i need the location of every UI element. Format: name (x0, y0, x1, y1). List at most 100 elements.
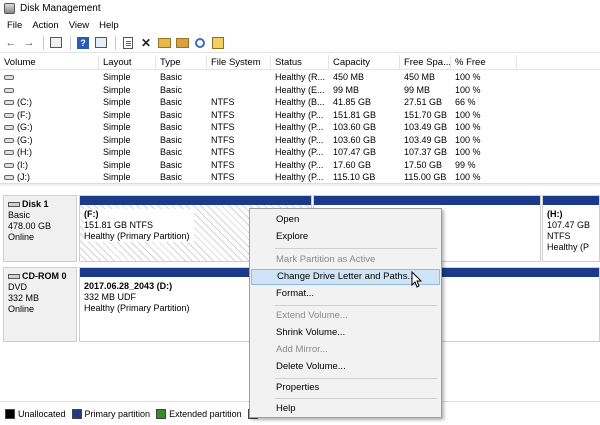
cell-free-space: 115.00 GB (404, 172, 447, 182)
cdrom-icon (8, 274, 20, 280)
cdrom-0-status: Online (8, 304, 35, 314)
ctx-separator (275, 378, 437, 379)
cell-type: Basic (160, 72, 183, 82)
toolbar-separator (43, 35, 44, 50)
col-percent-free[interactable]: % Free (451, 55, 517, 70)
disk-1-type: Basic (8, 210, 31, 220)
col-layout[interactable]: Layout (99, 55, 156, 70)
table-row[interactable]: (C:) Simple Basic NTFS Healthy (B... 41.85 GB… (0, 96, 600, 109)
forward-icon[interactable]: → (21, 35, 37, 51)
partition-h[interactable]: (H:) 107.47 GB NTFS Healthy (P (542, 195, 600, 262)
menu-file[interactable]: File (3, 20, 28, 31)
console-tree-icon[interactable] (48, 35, 64, 51)
cdrom-0-type: DVD (8, 282, 28, 292)
col-type[interactable]: Type (156, 55, 207, 70)
cell-percent-free: 66 % (455, 97, 476, 107)
ctx-properties[interactable]: Properties (251, 380, 440, 396)
col-file-system[interactable]: File System (207, 55, 271, 70)
partition-h-size: 107.47 GB NTFS (547, 220, 591, 241)
cell-free-space: 107.37 GB (404, 147, 448, 157)
col-volume[interactable]: Volume (0, 55, 99, 70)
volume-name: (G:) (17, 122, 33, 132)
cell-status: Healthy (P... (275, 147, 324, 157)
table-row[interactable]: Simple Basic Healthy (E... 99 MB 99 MB 100 % (0, 84, 600, 97)
cell-layout: Simple (103, 122, 131, 132)
ctx-delete-volume[interactable]: Delete Volume... (251, 359, 440, 375)
cell-volume (0, 71, 99, 84)
toolbar-separator (115, 35, 116, 50)
table-row[interactable]: (G:) Simple Basic NTFS Healthy (P... 103.60 G… (0, 121, 600, 134)
volume-name: (J:) (17, 172, 30, 182)
menu-view[interactable]: View (65, 20, 95, 31)
volume-icon (4, 137, 14, 143)
cell-volume: (F:) (0, 109, 99, 122)
ctx-separator (275, 248, 437, 249)
cell-file-system: NTFS (211, 147, 235, 157)
legend-label: Extended partition (169, 408, 242, 419)
ctx-open[interactable]: Open (251, 212, 440, 228)
title-bar: Disk Management (0, 0, 600, 17)
delete-icon[interactable]: ✕ (138, 35, 154, 51)
menu-action[interactable]: Action (28, 20, 64, 31)
cell-layout: Simple (103, 134, 131, 145)
table-row[interactable]: (I:) Simple Basic NTFS Healthy (P... 17.60 GB… (0, 159, 600, 172)
legend-unallocated: Unallocated (5, 408, 66, 419)
primary-partition-bar (314, 196, 540, 205)
table-row[interactable]: (F:) Simple Basic NTFS Healthy (P... 151.81 G… (0, 109, 600, 122)
cell-status: Healthy (P... (275, 122, 324, 132)
cell-file-system: NTFS (211, 109, 235, 120)
col-free-space[interactable]: Free Spa... (400, 55, 451, 70)
ctx-shrink-volume[interactable]: Shrink Volume... (251, 325, 440, 341)
cell-type: Basic (160, 97, 183, 107)
ctx-extend-volume[interactable]: Extend Volume... (251, 308, 440, 324)
properties-icon[interactable] (93, 35, 109, 51)
volume-name: (H:) (17, 147, 32, 157)
ctx-mark-active[interactable]: Mark Partition as Active (251, 252, 440, 268)
table-row[interactable]: (G:) Simple Basic NTFS Healthy (P... 103.60 G… (0, 134, 600, 147)
search-icon[interactable] (192, 35, 208, 51)
cell-status: Healthy (P... (275, 172, 324, 182)
partition-h-status: Healthy (P (547, 242, 590, 252)
help-icon[interactable]: ? (75, 35, 91, 51)
ctx-help[interactable]: Help (251, 401, 440, 417)
cell-status: Healthy (E... (275, 84, 325, 95)
disk-1-status: Online (8, 232, 35, 242)
volume-name: (F:) (17, 109, 31, 120)
volume-icon (4, 150, 14, 156)
cell-file-system: NTFS (211, 159, 235, 170)
cdrom-0-label[interactable]: CD-ROM 0 DVD 332 MB Online (3, 267, 77, 342)
open-folder-icon[interactable] (156, 35, 172, 51)
col-capacity[interactable]: Capacity (329, 55, 400, 70)
table-row[interactable]: (J:) Simple Basic NTFS Healthy (P... 115.10 G… (0, 171, 600, 183)
volume-icon (4, 112, 14, 118)
cell-file-system: NTFS (211, 172, 235, 182)
cell-status: Healthy (P... (275, 109, 324, 120)
cell-volume (0, 84, 99, 97)
cell-volume: (G:) (0, 134, 99, 147)
cell-volume: (H:) (0, 146, 99, 159)
disk-1-label[interactable]: Disk 1 Basic 478.00 GB Online (3, 195, 77, 262)
cell-status: Healthy (P... (275, 159, 324, 170)
ctx-explore[interactable]: Explore (251, 229, 440, 245)
back-icon[interactable]: ← (3, 35, 19, 51)
cell-free-space: 103.49 GB (404, 122, 448, 132)
col-status[interactable]: Status (271, 55, 329, 70)
cell-status: Healthy (P... (275, 134, 324, 145)
cell-type: Basic (160, 134, 183, 145)
cell-free-space: 27.51 GB (404, 97, 443, 107)
table-row[interactable]: (H:) Simple Basic NTFS Healthy (P... 107.47 G… (0, 146, 600, 159)
partition-f-name: (F:) (84, 209, 99, 219)
wizard-icon[interactable] (210, 35, 226, 51)
ctx-add-mirror[interactable]: Add Mirror... (251, 342, 440, 358)
pane-splitter[interactable] (0, 183, 600, 186)
primary-partition-bar (80, 196, 311, 205)
disk-1-size: 478.00 GB (8, 221, 52, 231)
cell-percent-free: 100 % (455, 172, 481, 182)
cell-capacity: 103.60 GB (333, 122, 377, 132)
menu-help[interactable]: Help (95, 20, 125, 31)
cell-file-system: NTFS (211, 122, 235, 132)
table-row[interactable]: Simple Basic Healthy (R... 450 MB 450 MB 100 … (0, 71, 600, 84)
settings-icon[interactable] (174, 35, 190, 51)
refresh-icon[interactable] (120, 35, 136, 51)
menu-bar: File Action View Help (0, 17, 600, 33)
